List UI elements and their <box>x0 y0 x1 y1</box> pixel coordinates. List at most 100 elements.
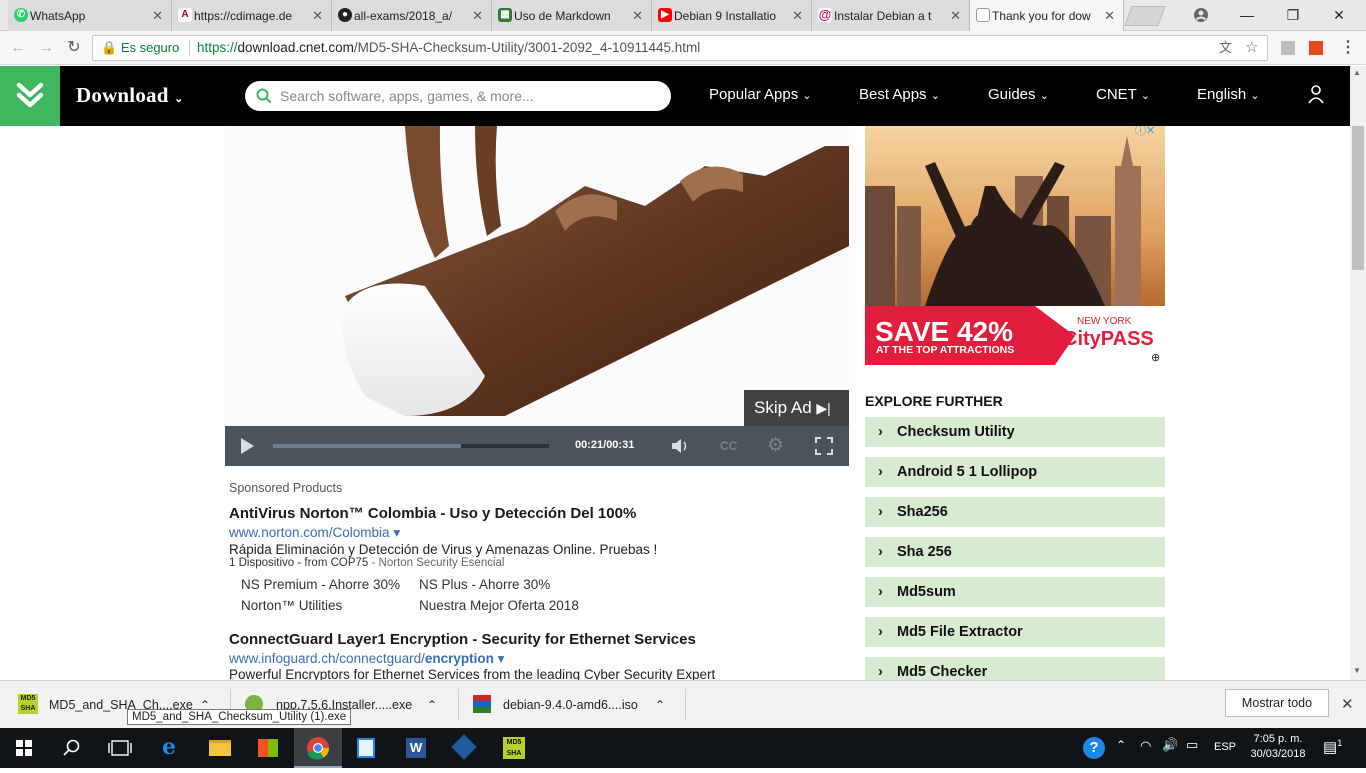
nav-language[interactable]: English ⌄ <box>1197 86 1260 103</box>
download-logo[interactable] <box>0 66 60 126</box>
windows-start-icon[interactable] <box>0 728 48 768</box>
scroll-thumb[interactable] <box>1352 126 1364 270</box>
tab-cdimage[interactable]: A https://cdimage.de ✕ <box>172 0 332 31</box>
brand-menu[interactable]: Download ⌄ <box>76 83 184 108</box>
close-icon[interactable]: ✕ <box>792 8 803 24</box>
scroll-up-icon[interactable]: ▲ <box>1353 68 1361 77</box>
window-close-button[interactable]: ✕ <box>1316 0 1362 31</box>
explore-item[interactable]: › Sha 256 <box>865 537 1165 567</box>
ad-info-icon[interactable]: ⓘ✕ <box>1135 126 1155 138</box>
close-icon[interactable]: ✕ <box>632 8 643 24</box>
ad-sitelink[interactable]: NS Plus - Ahorre 30% <box>419 577 550 592</box>
tab-markdown[interactable]: ▦ Uso de Markdown ✕ <box>492 0 652 31</box>
chevron-up-icon[interactable]: ⌃ <box>1116 738 1126 752</box>
forward-button[interactable]: → <box>34 36 58 60</box>
explore-item[interactable]: › Md5 File Extractor <box>865 617 1165 647</box>
task-view-icon[interactable] <box>96 728 144 768</box>
translate-icon[interactable]: 文 <box>1219 36 1232 60</box>
office-extension-icon[interactable] <box>1304 36 1328 60</box>
tab-whatsapp[interactable]: ✆ WhatsApp ✕ <box>8 0 172 31</box>
notifications-icon[interactable]: ▤1 <box>1323 738 1342 756</box>
user-account-icon[interactable] <box>1308 84 1324 108</box>
close-icon[interactable]: ✕ <box>1104 8 1115 24</box>
power-icon[interactable]: ▭ <box>1186 737 1198 753</box>
store-icon[interactable] <box>244 728 292 768</box>
video-progress-track[interactable] <box>273 444 549 448</box>
profile-icon[interactable] <box>1178 0 1224 31</box>
scroll-down-icon[interactable]: ▼ <box>1353 666 1361 675</box>
menu-icon[interactable]: ⋮ <box>1336 36 1360 60</box>
wifi-icon[interactable]: ◠ <box>1140 738 1151 754</box>
ad-sitelink[interactable]: NS Premium - Ahorre 30% <box>241 577 400 592</box>
chrome-icon[interactable] <box>294 728 342 768</box>
ad-url-norton[interactable]: www.norton.com/Colombia ▾ <box>229 525 400 541</box>
site-search-input[interactable]: Search software, apps, games, & more... <box>245 81 671 111</box>
chevron-right-icon: › <box>878 464 883 480</box>
help-icon[interactable]: ? <box>1083 737 1105 759</box>
ad-choices-icon[interactable]: ⊕ <box>1151 351 1160 364</box>
language-indicator[interactable]: ESP <box>1214 741 1236 753</box>
page-scrollbar[interactable]: ▲ ▼ <box>1350 66 1366 680</box>
close-icon[interactable]: ✕ <box>472 8 483 24</box>
virtualbox-icon[interactable] <box>440 728 488 768</box>
chevron-up-icon[interactable]: ⌃ <box>655 681 665 729</box>
explore-item[interactable]: › Checksum Utility <box>865 417 1165 447</box>
volume-icon[interactable] <box>670 437 690 455</box>
nav-best-apps[interactable]: Best Apps ⌄ <box>859 86 940 103</box>
ad-sitelink[interactable]: Nuestra Mejor Oferta 2018 <box>419 598 579 613</box>
pdf-extension-icon[interactable] <box>1276 36 1300 60</box>
edge-browser-icon[interactable]: e <box>148 728 196 768</box>
nav-label: Popular Apps <box>709 86 799 103</box>
ad-description: Rápida Eliminación y Detección de Virus … <box>229 542 658 557</box>
explore-item[interactable]: › Md5sum <box>865 577 1165 607</box>
ad-sitelink[interactable]: Norton™ Utilities <box>241 598 342 613</box>
back-button[interactable]: ← <box>6 36 30 60</box>
explore-item[interactable]: › Android 5 1 Lollipop <box>865 457 1165 487</box>
secure-indicator[interactable]: 🔒 Es seguro <box>101 36 179 60</box>
volume-icon[interactable]: 🔊 <box>1162 737 1178 753</box>
show-all-downloads-button[interactable]: Mostrar todo <box>1225 689 1329 717</box>
reload-button[interactable]: ↻ <box>62 36 86 60</box>
address-bar[interactable]: 🔒 Es seguro https://download.cnet.com/MD… <box>92 35 1268 61</box>
search-icon[interactable] <box>48 728 96 768</box>
tab-thank-you[interactable]: Thank you for dow ✕ <box>970 0 1124 31</box>
word-icon[interactable]: W <box>392 728 440 768</box>
explore-item-label: Md5sum <box>897 584 956 600</box>
bookmark-star-icon[interactable]: ☆ <box>1245 36 1258 60</box>
closed-captions-icon[interactable]: CC <box>720 439 737 453</box>
url-path: /MD5-SHA-Checksum-Utility/3001-2092_4-10… <box>353 40 701 55</box>
tab-instalar-debian[interactable]: @ Instalar Debian a t ✕ <box>812 0 970 31</box>
minimize-button[interactable]: — <box>1224 0 1270 31</box>
nav-guides[interactable]: Guides ⌄ <box>988 86 1049 103</box>
close-icon[interactable]: ✕ <box>152 8 163 24</box>
nav-popular-apps[interactable]: Popular Apps ⌄ <box>709 86 812 103</box>
play-icon[interactable] <box>238 437 256 455</box>
chocolate-bar-image <box>225 126 849 426</box>
new-tab-button[interactable] <box>1124 6 1166 26</box>
ad-url-connectguard[interactable]: www.infoguard.ch/connectguard/encryption… <box>229 651 504 667</box>
download-item[interactable]: debian-9.4.0-amd6....iso ⌃ <box>473 681 673 729</box>
clock[interactable]: 7:05 p. m. 30/03/2018 <box>1248 732 1308 762</box>
settings-gear-icon[interactable]: ⚙ <box>767 434 784 457</box>
ad-title-norton[interactable]: AntiVirus Norton™ Colombia - Uso y Detec… <box>229 505 636 522</box>
maximize-button[interactable]: ❐ <box>1270 0 1316 31</box>
ad-url-keyword: encryption <box>424 651 494 666</box>
close-icon[interactable]: ✕ <box>312 8 323 24</box>
citypass-ad[interactable]: SAVE 42% AT THE TOP ATTRACTIONS NEW YORK… <box>865 126 1165 365</box>
md5-sha-taskbar-icon[interactable]: MD5 SHA <box>490 728 538 768</box>
photos-icon[interactable] <box>342 728 390 768</box>
tab-github[interactable]: ● all-exams/2018_a/ ✕ <box>332 0 492 31</box>
explore-item[interactable]: › Md5 Checker <box>865 657 1165 680</box>
url-text[interactable]: https://download.cnet.com/MD5-SHA-Checks… <box>197 36 700 60</box>
close-shelf-icon[interactable]: ✕ <box>1341 695 1354 713</box>
chevron-up-icon[interactable]: ⌃ <box>427 681 437 729</box>
close-icon[interactable]: ✕ <box>950 8 961 24</box>
nav-cnet[interactable]: CNET ⌄ <box>1096 86 1150 103</box>
fullscreen-icon[interactable] <box>815 437 833 455</box>
file-explorer-icon[interactable] <box>196 728 244 768</box>
tab-youtube[interactable]: ▶ Debian 9 Installatio ✕ <box>652 0 812 31</box>
video-ad-player[interactable] <box>225 126 849 426</box>
ad-title-connectguard[interactable]: ConnectGuard Layer1 Encryption - Securit… <box>229 631 696 648</box>
explore-item[interactable]: › Sha256 <box>865 497 1165 527</box>
skip-ad-button[interactable]: Skip Ad ▶| <box>744 390 849 426</box>
